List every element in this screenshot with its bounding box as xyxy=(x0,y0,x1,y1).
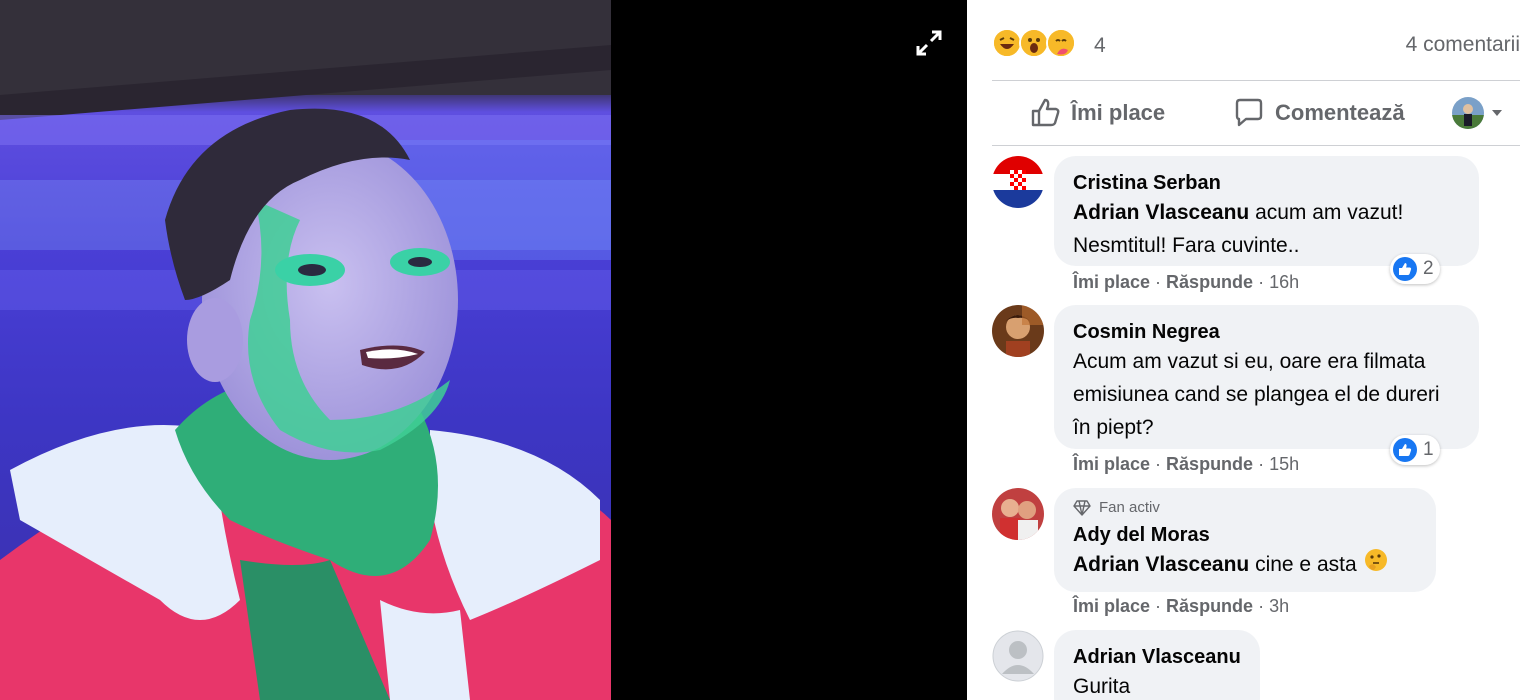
like-button[interactable]: Îmi place xyxy=(1029,94,1165,132)
post-photo[interactable] xyxy=(0,0,611,700)
comment-like-link[interactable]: Îmi place xyxy=(1073,596,1150,616)
comment-reactions-badge[interactable]: 2 xyxy=(1390,254,1440,284)
thumbs-up-icon xyxy=(1031,98,1060,127)
diamond-icon xyxy=(1073,500,1091,516)
comment-reply-link[interactable]: Răspunde xyxy=(1166,454,1253,474)
like-reaction-icon xyxy=(1393,257,1417,281)
mention-link[interactable]: Adrian Vlasceanu xyxy=(1073,201,1249,224)
top-fan-badge: Fan activ xyxy=(1073,498,1418,518)
comment-button-label: Comentează xyxy=(1275,100,1405,125)
comment-timestamp[interactable]: 3h xyxy=(1269,596,1289,616)
thinking-emoji-icon xyxy=(1364,548,1388,582)
comment-author[interactable]: Ady del Moras xyxy=(1073,522,1418,548)
comments-count-link[interactable]: 4 comentarii xyxy=(1406,33,1520,57)
like-reaction-icon xyxy=(1393,438,1417,462)
post-actions-bar: Îmi place Comentează xyxy=(992,82,1520,144)
comment-timestamp[interactable]: 15h xyxy=(1269,454,1299,474)
comment-meta: Îmi place · Răspunde · 3h xyxy=(1073,596,1290,616)
like-button-label: Îmi place xyxy=(1071,100,1166,125)
comment-bubble: Fan activ Ady del Moras Adrian Vlasceanu… xyxy=(1054,488,1436,592)
divider xyxy=(992,80,1520,81)
comment-text: Adrian Vlasceanu cine e asta xyxy=(1073,548,1418,582)
comment-meta: Îmi place · Răspunde · 16h xyxy=(1073,272,1300,292)
top-fan-label: Fan activ xyxy=(1099,499,1160,516)
comment-reactions-badge[interactable]: 1 xyxy=(1390,435,1440,465)
comment-author[interactable]: Cosmin Negrea xyxy=(1073,319,1461,345)
haha-emoji-icon xyxy=(992,28,1022,58)
avatar[interactable] xyxy=(992,156,1044,208)
comment-text: Gurita xyxy=(1073,675,1131,698)
care-emoji-icon xyxy=(1046,28,1076,58)
avatar[interactable] xyxy=(992,630,1044,682)
comment-reactions-count: 2 xyxy=(1423,258,1434,279)
comment-author[interactable]: Adrian Vlasceanu xyxy=(1073,644,1242,670)
reaction-identity-selector[interactable] xyxy=(1452,94,1514,132)
avatar[interactable] xyxy=(992,305,1044,357)
avatar xyxy=(1452,97,1484,129)
mention-link[interactable]: Adrian Vlasceanu xyxy=(1073,553,1249,576)
divider xyxy=(992,145,1520,146)
reactions-summary[interactable]: 4 4 comentarii xyxy=(992,24,1520,68)
comment-text: Adrian Vlasceanu acum am vazut! Nesmtitu… xyxy=(1073,201,1404,257)
comment-bubble-icon xyxy=(1235,98,1263,127)
comment-meta: Îmi place · Răspunde · 15h xyxy=(1073,454,1300,474)
chevron-down-icon xyxy=(1492,110,1502,116)
comment-reactions-count: 1 xyxy=(1423,439,1434,460)
post-side-panel: 4 4 comentarii Îmi place Comentează Cris… xyxy=(967,0,1532,700)
avatar[interactable] xyxy=(992,488,1044,540)
comment-reply-link[interactable]: Răspunde xyxy=(1166,596,1253,616)
comment-bubble: Cristina Serban Adrian Vlasceanu acum am… xyxy=(1054,156,1479,266)
comment-text: Acum am vazut si eu, oare era filmata em… xyxy=(1073,350,1440,439)
comment-bubble: Adrian Vlasceanu Gurita xyxy=(1054,630,1260,700)
comment-like-link[interactable]: Îmi place xyxy=(1073,454,1150,474)
comment-author[interactable]: Cristina Serban xyxy=(1073,170,1461,196)
fullscreen-icon[interactable] xyxy=(910,26,948,60)
reactions-count[interactable]: 4 xyxy=(1094,34,1106,58)
wow-emoji-icon xyxy=(1019,28,1049,58)
comment-bubble: Cosmin Negrea Acum am vazut si eu, oare … xyxy=(1054,305,1479,449)
comment-button[interactable]: Comentează xyxy=(1233,94,1405,132)
comment-timestamp[interactable]: 16h xyxy=(1269,272,1299,292)
comment-like-link[interactable]: Îmi place xyxy=(1073,272,1150,292)
media-viewer xyxy=(0,0,967,700)
comment-reply-link[interactable]: Răspunde xyxy=(1166,272,1253,292)
